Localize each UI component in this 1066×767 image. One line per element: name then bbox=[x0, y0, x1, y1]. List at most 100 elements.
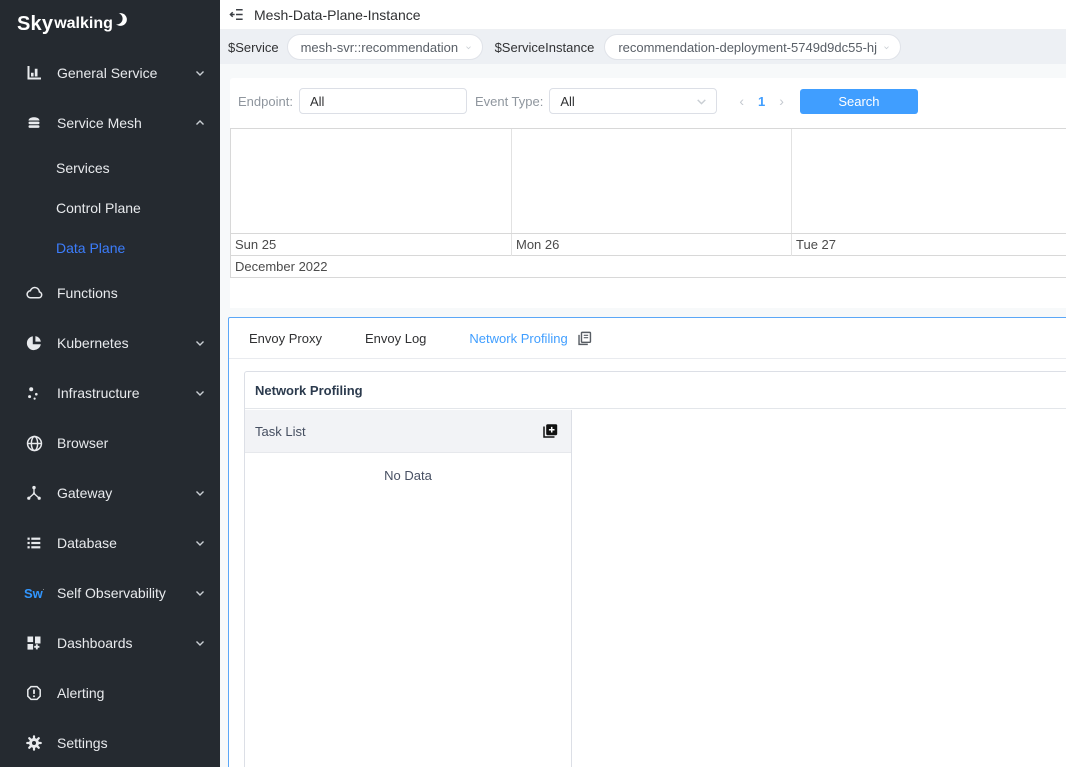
timeline-day-divider bbox=[511, 129, 512, 233]
skywalking-logo[interactable]: Skywalking bbox=[0, 0, 220, 48]
sidebar-item-database[interactable]: Database bbox=[0, 518, 220, 568]
outdent-icon[interactable] bbox=[228, 6, 245, 23]
globe-icon bbox=[24, 434, 44, 452]
data-plane-tabs-widget: Envoy Proxy Envoy Log Network Profiling … bbox=[228, 317, 1066, 767]
endpoint-input[interactable] bbox=[299, 88, 467, 114]
tab-bar: Envoy Proxy Envoy Log Network Profiling bbox=[229, 318, 1066, 359]
sidebar-item-label: Kubernetes bbox=[57, 335, 129, 351]
crescent-moon-icon bbox=[114, 12, 129, 27]
chevron-down-icon bbox=[695, 95, 708, 108]
current-page-number[interactable]: 1 bbox=[750, 94, 773, 109]
service-instance-label: $ServiceInstance bbox=[495, 40, 595, 55]
sidebar-item-self-observability[interactable]: Sw Self Observability bbox=[0, 568, 220, 618]
tab-network-profiling[interactable]: Network Profiling bbox=[469, 331, 567, 346]
sidebar-item-label: Infrastructure bbox=[57, 385, 139, 401]
sidebar-item-label: Dashboards bbox=[57, 635, 133, 651]
chevron-down-icon bbox=[194, 537, 206, 549]
sidebar-item-label: Services bbox=[56, 160, 110, 176]
prev-page-button[interactable]: ‹ bbox=[733, 94, 750, 108]
page-title: Mesh-Data-Plane-Instance bbox=[254, 7, 421, 23]
add-task-button[interactable] bbox=[537, 418, 563, 444]
sidebar-item-label: Control Plane bbox=[56, 200, 141, 216]
timeline-day-label: Mon 26 bbox=[511, 234, 791, 256]
dots-icon bbox=[24, 384, 44, 402]
tab-envoy-proxy[interactable]: Envoy Proxy bbox=[249, 331, 322, 346]
chevron-down-icon bbox=[194, 337, 206, 349]
sidebar-item-label: Functions bbox=[57, 285, 118, 301]
sidebar-item-service-mesh[interactable]: Service Mesh bbox=[0, 98, 220, 148]
event-widget: Endpoint: Event Type: All ‹ 1 › Search S… bbox=[230, 78, 1066, 308]
network-profiling-heading: Network Profiling bbox=[245, 372, 1066, 409]
sidebar-item-label: Browser bbox=[57, 435, 108, 451]
search-button[interactable]: Search bbox=[800, 89, 918, 114]
profiling-content-area bbox=[573, 410, 1066, 767]
chevron-up-icon bbox=[194, 117, 206, 129]
next-page-button[interactable]: › bbox=[773, 94, 790, 108]
event-type-select-value: All bbox=[560, 94, 574, 109]
endpoint-label: Endpoint: bbox=[238, 94, 293, 109]
sidebar-item-data-plane[interactable]: Data Plane bbox=[0, 228, 220, 268]
bar-chart-icon bbox=[24, 64, 44, 82]
sidebar-item-label: Service Mesh bbox=[57, 115, 142, 131]
skywalking-dashboard: Skywalking General Service Service Mesh … bbox=[0, 0, 1066, 767]
chevron-down-icon bbox=[194, 387, 206, 399]
gear-icon bbox=[24, 734, 44, 752]
sidebar-item-label: Database bbox=[57, 535, 117, 551]
alert-hexagon-icon bbox=[24, 684, 44, 702]
sidebar-item-browser[interactable]: Browser bbox=[0, 418, 220, 468]
chevron-down-icon bbox=[194, 487, 206, 499]
timeline-day-label: Sun 25 bbox=[231, 234, 511, 256]
timeline-plot-area[interactable] bbox=[231, 128, 1066, 233]
sidebar-item-alerting[interactable]: Alerting bbox=[0, 668, 220, 718]
pagination: ‹ 1 › bbox=[733, 94, 790, 109]
chevron-down-icon bbox=[194, 587, 206, 599]
event-toolbar: Endpoint: Event Type: All ‹ 1 › Search bbox=[230, 88, 1066, 114]
variable-filter-bar: $Service mesh-svr::recommendation $Servi… bbox=[220, 30, 1066, 64]
sidebar-item-label: General Service bbox=[57, 65, 157, 81]
task-list-title: Task List bbox=[255, 424, 306, 439]
event-type-select[interactable]: All bbox=[549, 88, 717, 114]
sidebar-item-general-service[interactable]: General Service bbox=[0, 48, 220, 98]
chevron-down-icon bbox=[194, 67, 206, 79]
timeline-day-label: Tue 27 bbox=[791, 234, 1066, 256]
service-instance-select[interactable]: recommendation-deployment-5749d9dc55-hjl… bbox=[604, 34, 901, 60]
list-icon bbox=[24, 534, 44, 552]
sidebar-item-control-plane[interactable]: Control Plane bbox=[0, 188, 220, 228]
sidebar-item-kubernetes[interactable]: Kubernetes bbox=[0, 318, 220, 368]
service-select-value: mesh-svr::recommendation bbox=[301, 40, 459, 55]
sidebar: Skywalking General Service Service Mesh … bbox=[0, 0, 220, 767]
sidebar-item-settings[interactable]: Settings bbox=[0, 718, 220, 767]
grid-plus-icon bbox=[24, 634, 44, 652]
service-instance-select-value: recommendation-deployment-5749d9dc55-hjl… bbox=[618, 40, 877, 55]
layers-icon bbox=[24, 114, 44, 132]
chevron-down-icon bbox=[194, 637, 206, 649]
sw-icon: Sw bbox=[24, 584, 44, 602]
tab-envoy-log[interactable]: Envoy Log bbox=[365, 331, 426, 346]
sidebar-item-label: Settings bbox=[57, 735, 108, 751]
sidebar-item-label: Data Plane bbox=[56, 240, 125, 256]
sidebar-item-functions[interactable]: Functions bbox=[0, 268, 220, 318]
cloud-icon bbox=[24, 284, 44, 302]
network-profiling-card: Network Profiling Task List No Data bbox=[244, 371, 1066, 767]
timeline-day-divider bbox=[791, 129, 792, 233]
sidebar-item-gateway[interactable]: Gateway bbox=[0, 468, 220, 518]
page-header: Mesh-Data-Plane-Instance bbox=[220, 0, 1066, 30]
sidebar-item-services[interactable]: Services bbox=[0, 148, 220, 188]
copy-icon[interactable] bbox=[576, 330, 593, 347]
pie-icon bbox=[24, 334, 44, 352]
sidebar-item-label: Alerting bbox=[57, 685, 104, 701]
sidebar-item-infrastructure[interactable]: Infrastructure bbox=[0, 368, 220, 418]
timeline-day-labels: Sun 25 Mon 26 Tue 27 bbox=[231, 233, 1066, 255]
chevron-down-icon bbox=[459, 41, 472, 54]
logo-text-walking: walking bbox=[54, 15, 113, 33]
event-type-label: Event Type: bbox=[475, 94, 543, 109]
sidebar-item-label: Gateway bbox=[57, 485, 112, 501]
event-timeline: Sun 25 Mon 26 Tue 27 December 2022 bbox=[230, 128, 1066, 278]
sidebar-item-dashboards[interactable]: Dashboards bbox=[0, 618, 220, 668]
task-list-header: Task List bbox=[245, 410, 571, 453]
task-list-panel: Task List No Data bbox=[245, 410, 572, 767]
service-label: $Service bbox=[228, 40, 279, 55]
service-select[interactable]: mesh-svr::recommendation bbox=[287, 34, 483, 60]
chevron-down-icon bbox=[877, 41, 890, 54]
branch-icon bbox=[24, 484, 44, 502]
